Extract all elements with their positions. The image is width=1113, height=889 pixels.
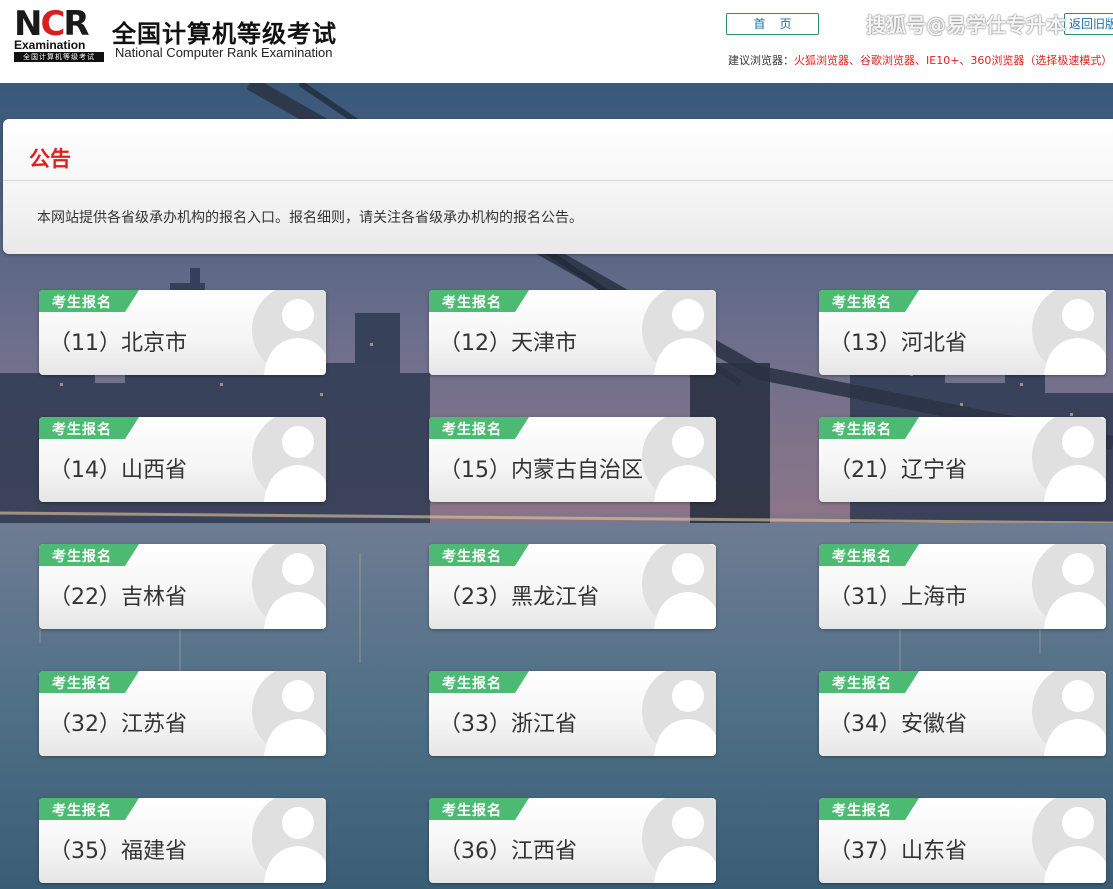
province-card[interactable]: 考生报名 （33）浙江省 [429,671,716,756]
province-card[interactable]: 考生报名 （14）山西省 [39,417,326,502]
user-avatar-icon [640,290,716,375]
province-card[interactable]: 考生报名 （21）辽宁省 [819,417,1106,502]
register-tag-label: 考生报名 [832,803,892,819]
register-tag: 考生报名 [429,417,529,439]
user-avatar-icon [250,544,326,629]
province-card[interactable]: 考生报名 （23）黑龙江省 [429,544,716,629]
user-avatar-icon [640,671,716,756]
register-tag-label: 考生报名 [442,803,502,819]
announcement-divider [3,180,1113,181]
register-tag: 考生报名 [429,544,529,566]
ncre-logo[interactable]: NCR Examination 全国计算机等级考试 [14,4,104,62]
register-tag-label: 考生报名 [442,295,502,311]
register-tag: 考生报名 [819,798,919,820]
browser-note-list: 火狐浏览器、谷歌浏览器、IE10+、360浏览器（选择极速模式） [794,54,1113,67]
register-tag: 考生报名 [819,671,919,693]
province-card[interactable]: 考生报名 （36）江西省 [429,798,716,883]
province-label: （34）安徽省 [829,712,967,737]
announcement-text: 本网站提供各省级承办机构的报名入口。报名细则，请关注各省级承办机构的报名公告。 [37,210,583,226]
register-tag-label: 考生报名 [52,803,112,819]
register-tag-label: 考生报名 [52,295,112,311]
register-tag: 考生报名 [819,290,919,312]
register-tag: 考生报名 [39,290,139,312]
register-tag-label: 考生报名 [442,422,502,438]
province-card[interactable]: 考生报名 （31）上海市 [819,544,1106,629]
user-avatar-icon [1030,417,1106,502]
province-label: （15）内蒙古自治区 [439,458,643,483]
user-avatar-icon [250,290,326,375]
browser-recommendation: 建议浏览器：火狐浏览器、谷歌浏览器、IE10+、360浏览器（选择极速模式） [728,52,1112,68]
province-card[interactable]: 考生报名 （13）河北省 [819,290,1106,375]
province-label: （14）山西省 [49,458,187,483]
site-title: 全国计算机等级考试 [112,20,337,48]
register-tag-label: 考生报名 [832,295,892,311]
province-card[interactable]: 考生报名 （35）福建省 [39,798,326,883]
province-card[interactable]: 考生报名 （32）江苏省 [39,671,326,756]
user-avatar-icon [1030,798,1106,883]
announcement-title: 公告 [29,147,71,171]
register-tag-label: 考生报名 [832,549,892,565]
user-avatar-icon [250,417,326,502]
province-label: （11）北京市 [49,331,187,356]
register-tag: 考生报名 [39,671,139,693]
register-tag-label: 考生报名 [442,549,502,565]
province-label: （22）吉林省 [49,585,187,610]
province-card[interactable]: 考生报名 （12）天津市 [429,290,716,375]
province-label: （21）辽宁省 [829,458,967,483]
register-tag-label: 考生报名 [52,676,112,692]
logo-bar-text: 全国计算机等级考试 [14,52,104,62]
register-tag-label: 考生报名 [832,422,892,438]
user-avatar-icon [1030,671,1106,756]
province-card[interactable]: 考生报名 （37）山东省 [819,798,1106,883]
province-label: （37）山东省 [829,839,967,864]
province-label: （35）福建省 [49,839,187,864]
user-avatar-icon [250,798,326,883]
province-label: （13）河北省 [829,331,967,356]
register-tag: 考生报名 [429,290,529,312]
logo-examination-text: Examination [14,38,86,52]
register-tag-label: 考生报名 [832,676,892,692]
register-tag: 考生报名 [429,798,529,820]
user-avatar-icon [1030,290,1106,375]
user-avatar-icon [640,544,716,629]
user-avatar-icon [640,798,716,883]
user-avatar-icon [640,417,716,502]
province-label: （33）浙江省 [439,712,577,737]
watermark: 搜狐号@易学仕专升本 [866,13,1066,37]
province-card[interactable]: 考生报名 （22）吉林省 [39,544,326,629]
register-tag: 考生报名 [819,544,919,566]
register-tag: 考生报名 [429,671,529,693]
register-tag-label: 考生报名 [52,422,112,438]
province-card[interactable]: 考生报名 （15）内蒙古自治区 [429,417,716,502]
register-tag: 考生报名 [39,798,139,820]
announcement-panel: 公告 本网站提供各省级承办机构的报名入口。报名细则，请关注各省级承办机构的报名公… [3,119,1113,254]
province-label: （12）天津市 [439,331,577,356]
user-avatar-icon [1030,544,1106,629]
province-label: （32）江苏省 [49,712,187,737]
user-avatar-icon [250,671,326,756]
site-subtitle: National Computer Rank Examination [115,45,333,60]
province-label: （23）黑龙江省 [439,585,599,610]
province-card[interactable]: 考生报名 （11）北京市 [39,290,326,375]
home-button[interactable]: 首页 [726,13,819,35]
register-tag: 考生报名 [39,544,139,566]
register-tag-label: 考生报名 [442,676,502,692]
register-tag-label: 考生报名 [52,549,112,565]
province-card[interactable]: 考生报名 （34）安徽省 [819,671,1106,756]
register-tag: 考生报名 [39,417,139,439]
register-tag: 考生报名 [819,417,919,439]
browser-note-prefix: 建议浏览器： [728,54,794,67]
province-label: （31）上海市 [829,585,967,610]
province-label: （36）江西省 [439,839,577,864]
old-version-link[interactable]: 返回旧版 [1064,13,1113,35]
site-header: NCR Examination 全国计算机等级考试 全国计算机等级考试 Nati… [0,0,1113,83]
